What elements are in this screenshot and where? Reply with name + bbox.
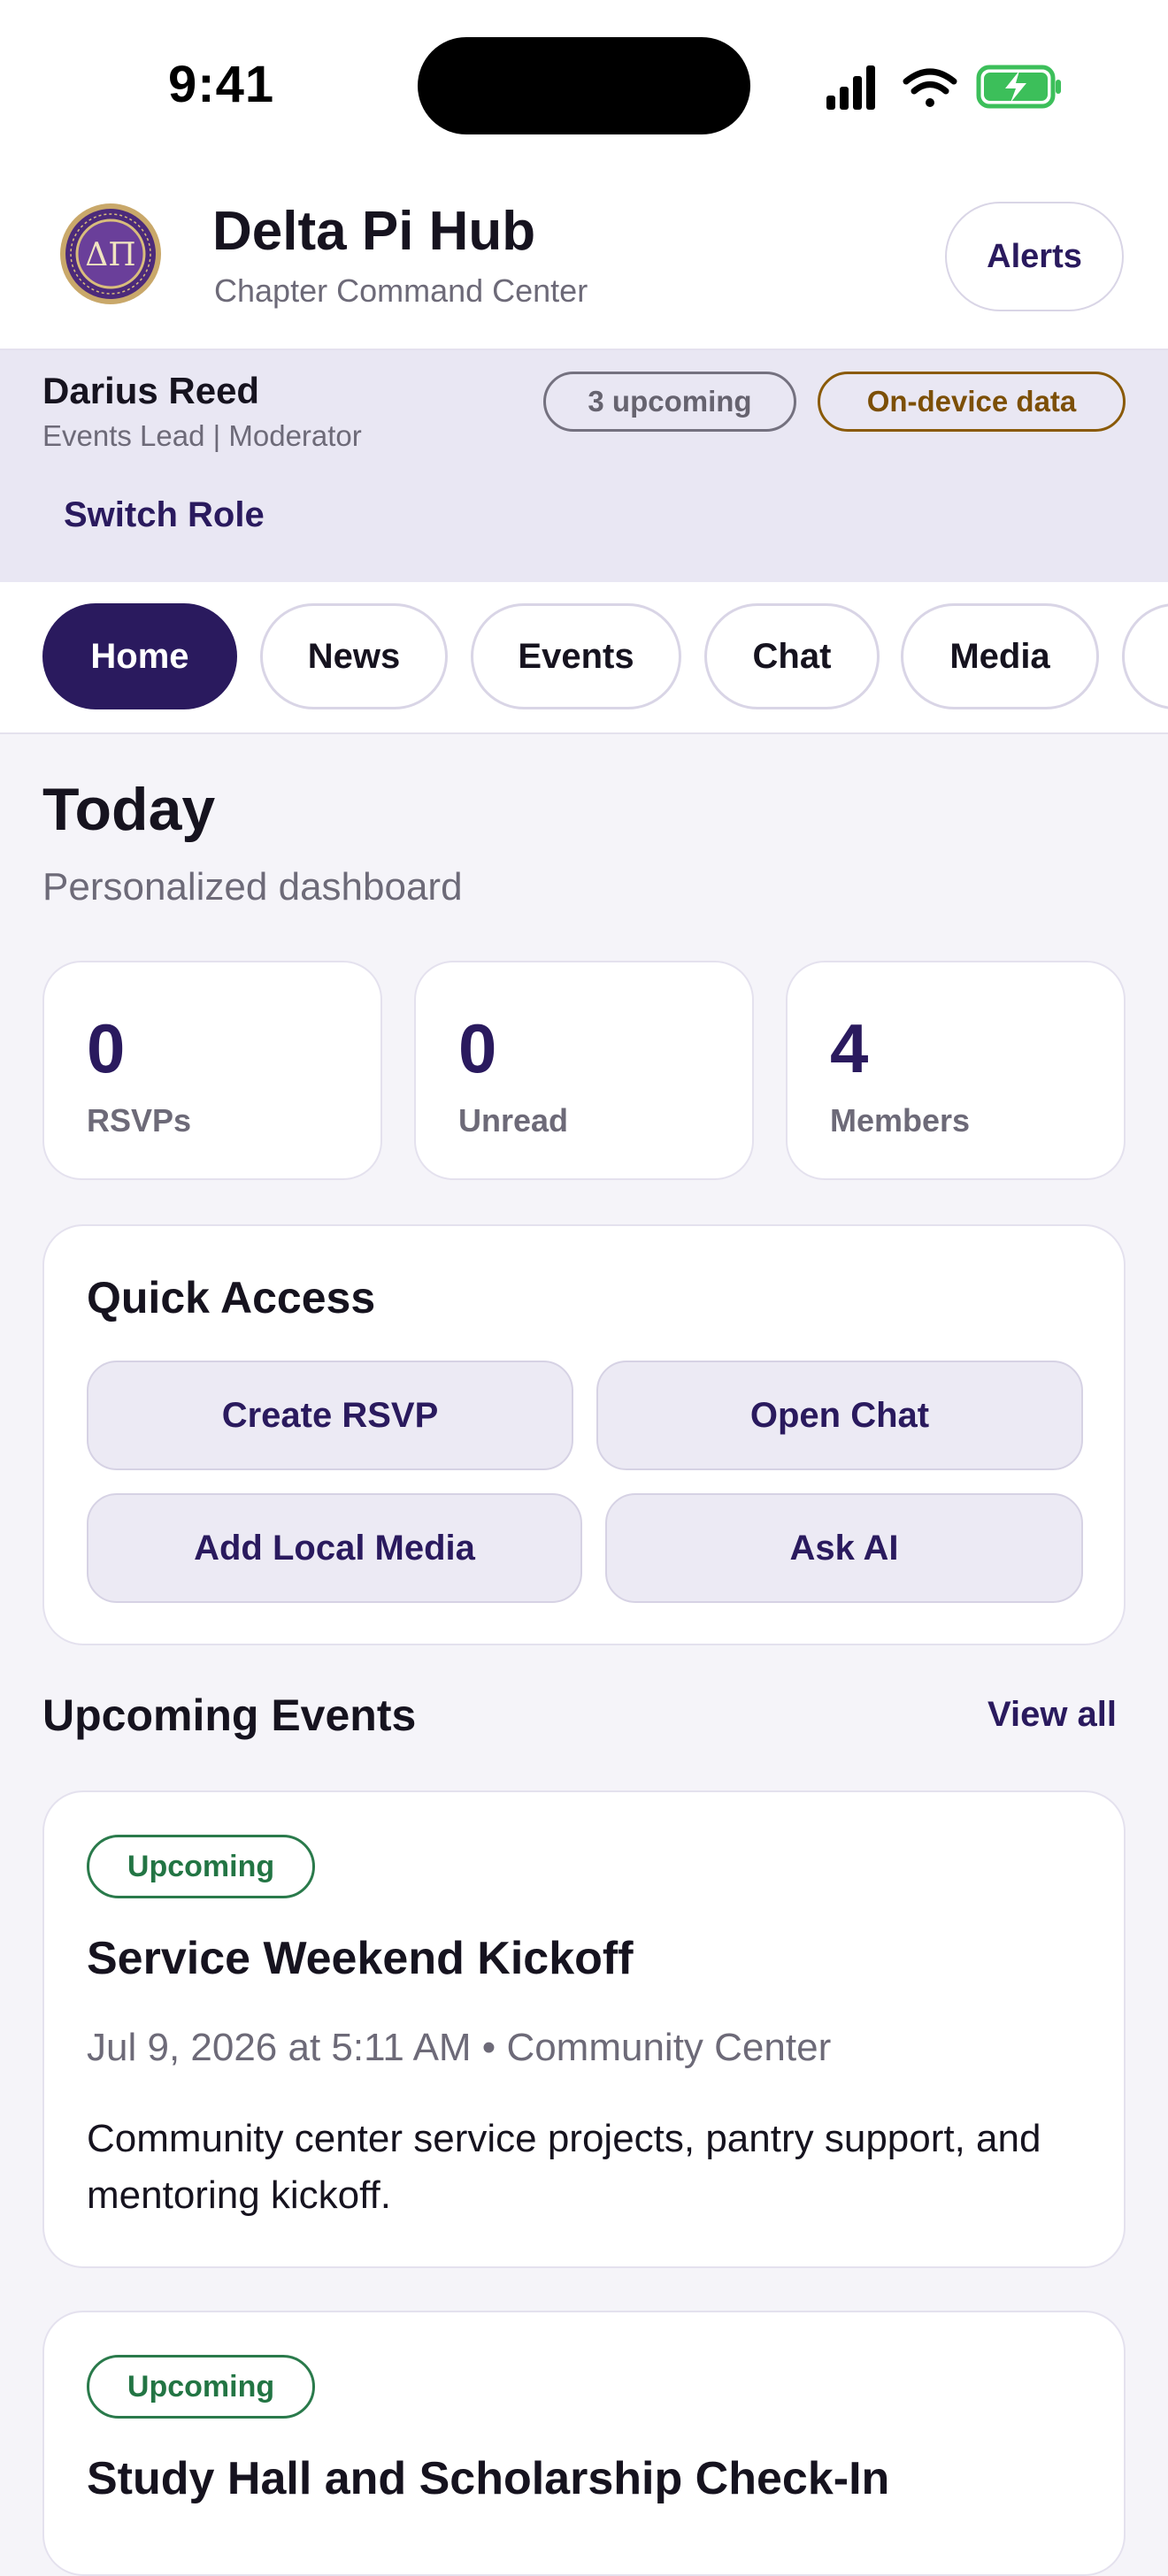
upcoming-events-heading: Upcoming Events [42,1690,417,1740]
event-card[interactable]: Upcoming Study Hall and Scholarship Chec… [42,2311,1126,2576]
stat-value: 4 [830,1009,869,1087]
stat-label: Unread [458,1102,569,1138]
stat-value: 0 [87,1009,126,1087]
page-subtitle: Personalized dashboard [42,865,463,908]
app-title: Delta Pi Hub [212,201,536,262]
battery-charging-icon [976,65,1061,109]
logo-letters: ΔΠ [85,237,135,273]
app-header: ΔΠ Delta Pi Hub Chapter Command Center A… [0,168,1168,350]
user-name: Darius Reed [42,370,260,411]
status-bar: 9:41 [0,0,1168,168]
add-local-media-button[interactable]: Add Local Media [87,1493,582,1603]
create-rsvp-button[interactable]: Create RSVP [87,1361,573,1470]
event-card[interactable]: Upcoming Service Weekend Kickoff Jul 9, … [42,1790,1126,2268]
tab-home[interactable]: Home [42,603,237,709]
stat-value: 0 [458,1009,497,1087]
tab-media[interactable]: Media [901,603,1099,709]
stat-card-rsvps: 0 RSVPs [42,961,382,1180]
wifi-icon [903,68,957,107]
upcoming-count-badge: 3 upcoming [543,372,796,432]
stat-label: Members [830,1102,971,1138]
page-title: Today [42,776,216,843]
signal-icon [826,65,875,110]
ask-ai-button[interactable]: Ask AI [605,1493,1083,1603]
event-title: Service Weekend Kickoff [87,1933,634,1984]
event-status-badge: Upcoming [87,2355,315,2419]
status-time: 9:41 [168,56,275,113]
event-status-badge: Upcoming [87,1835,315,1898]
dynamic-island [418,37,750,134]
switch-role-button[interactable]: Switch Role [64,495,265,535]
status-icons [826,65,1061,110]
tab-chat[interactable]: Chat [704,603,880,709]
chapter-seal-logo: ΔΠ [60,203,161,304]
stat-card-members: 4 Members [786,961,1126,1180]
user-role: Events Lead | Moderator [42,419,362,452]
app-subtitle: Chapter Command Center [214,272,588,309]
on-device-data-badge: On-device data [818,372,1126,432]
tab-more-partial[interactable] [1122,603,1168,709]
profile-panel: Darius Reed Events Lead | Moderator 3 up… [0,350,1168,582]
event-datetime-location: Jul 9, 2026 at 5:11 AM • Community Cente… [87,2026,832,2069]
quick-access-title: Quick Access [87,1273,376,1322]
tab-events[interactable]: Events [471,603,681,709]
quick-access-card: Quick Access Create RSVP Open Chat Add L… [42,1224,1126,1645]
stat-card-unread: 0 Unread [414,961,754,1180]
open-chat-button[interactable]: Open Chat [596,1361,1083,1470]
event-description: Community center service projects, pantr… [87,2117,1041,2217]
alerts-button[interactable]: Alerts [945,202,1124,311]
tab-bar: Home News Events Chat Media [0,582,1168,734]
tab-news[interactable]: News [260,603,448,709]
view-all-events-link[interactable]: View all [987,1695,1117,1735]
stat-label: RSVPs [87,1102,192,1138]
event-title: Study Hall and Scholarship Check-In [87,2453,890,2504]
